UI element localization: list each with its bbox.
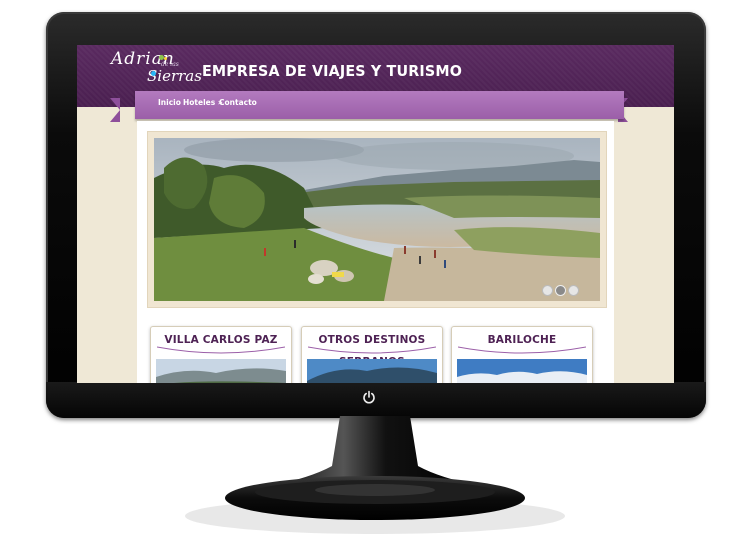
slider-dot-2[interactable] xyxy=(555,285,566,296)
landscape-photo xyxy=(154,138,600,301)
logo-dot-yellow xyxy=(164,57,167,60)
website-screen: Adrian de las Sierras EMPRESA DE VIAJES … xyxy=(77,45,674,383)
card-image xyxy=(307,359,437,383)
main-nav: Inicio Hoteles » Contacto xyxy=(135,91,624,119)
slider-dot-3[interactable] xyxy=(568,285,579,296)
content-panel: VILLA CARLOS PAZ OTROS DESTINOS SERRANOS xyxy=(137,121,614,383)
logo-dot-blue xyxy=(151,71,156,76)
card-villa-carlos-paz[interactable]: VILLA CARLOS PAZ xyxy=(150,326,292,383)
card-bariloche[interactable]: BARILOCHE xyxy=(451,326,593,383)
site-logo[interactable]: Adrian de las Sierras xyxy=(111,49,202,89)
monitor-chin xyxy=(46,382,706,418)
monitor-stand xyxy=(185,416,565,534)
logo-text-2: Sierras xyxy=(147,67,202,85)
card-image xyxy=(156,359,286,383)
slider-dot-1[interactable] xyxy=(542,285,553,296)
card-divider xyxy=(308,346,436,354)
card-otros-destinos-serranos[interactable]: OTROS DESTINOS SERRANOS xyxy=(301,326,443,383)
nav-item-inicio[interactable]: Inicio xyxy=(158,98,181,107)
card-divider xyxy=(157,346,285,354)
site-title: EMPRESA DE VIAJES Y TURISMO xyxy=(202,62,463,80)
nav-item-hoteles[interactable]: Hoteles » xyxy=(183,98,223,107)
nav-item-contacto[interactable]: Contacto xyxy=(219,98,257,107)
card-divider xyxy=(458,346,586,354)
power-icon[interactable] xyxy=(362,390,376,404)
image-slider xyxy=(147,131,607,308)
ribbon-tail-left xyxy=(110,98,120,122)
slide-river-landscape xyxy=(154,138,600,301)
card-image xyxy=(457,359,587,383)
